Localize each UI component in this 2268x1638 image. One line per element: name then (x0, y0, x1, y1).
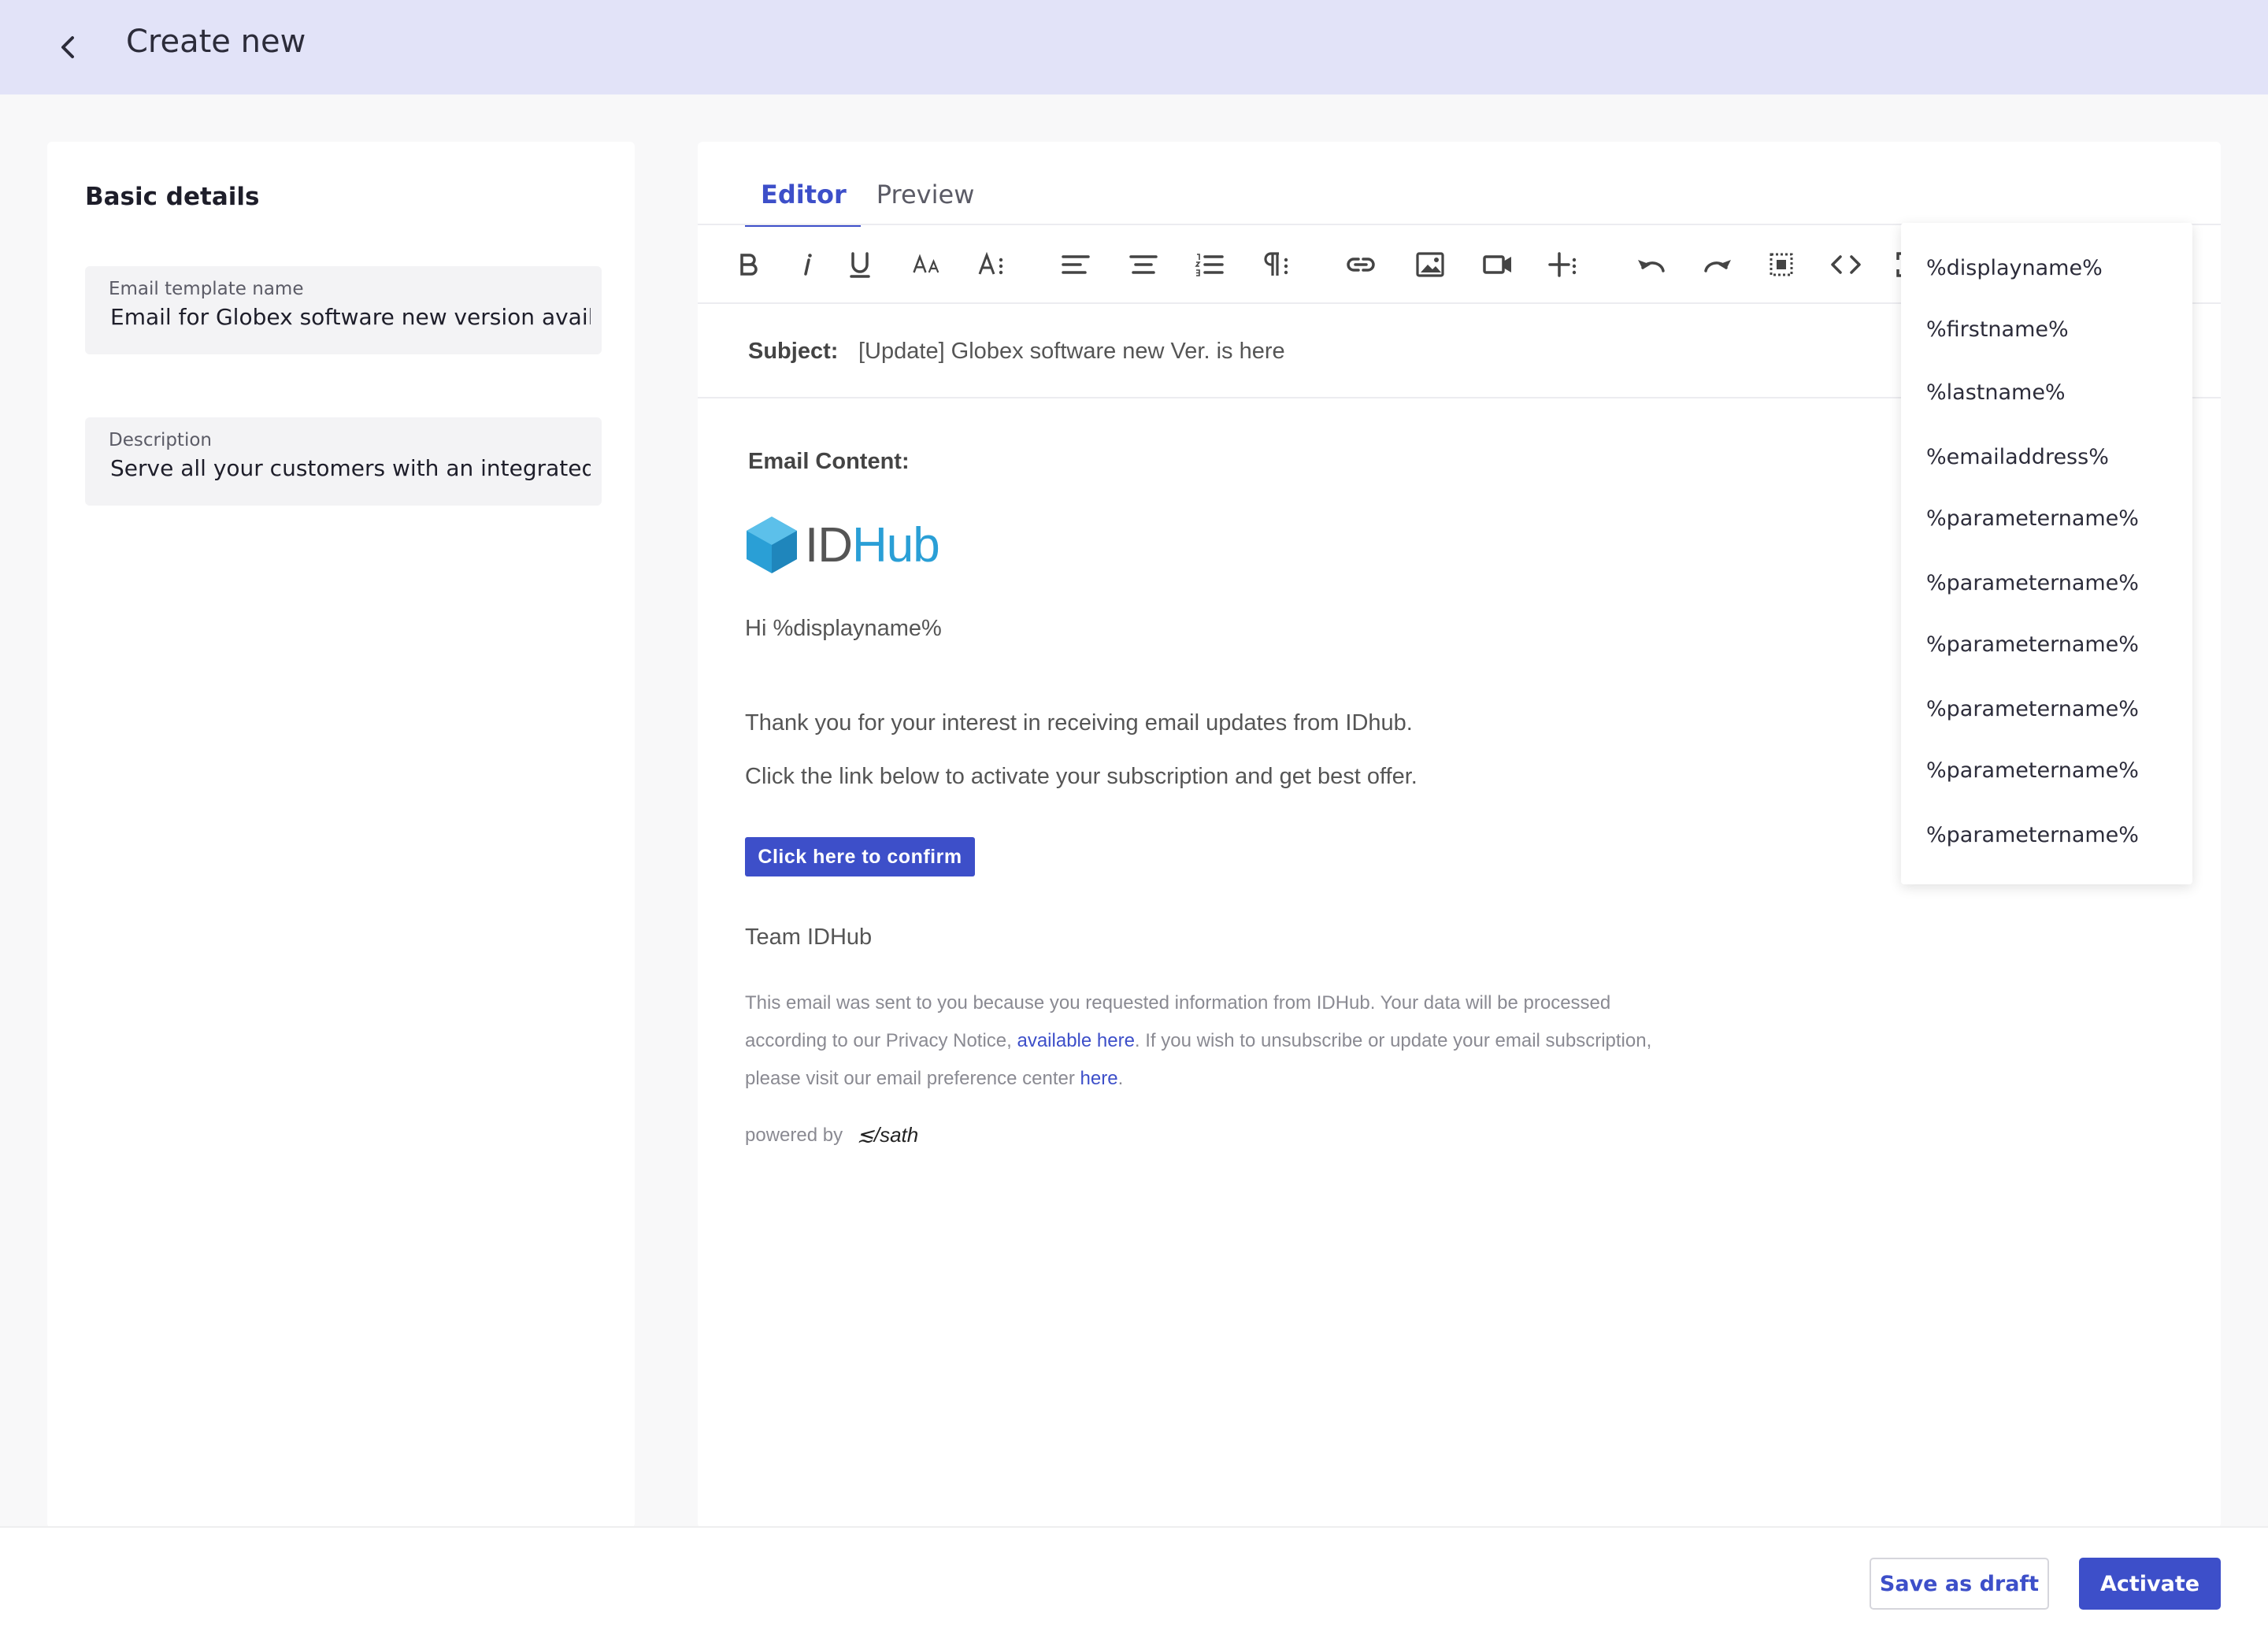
underline-icon[interactable] (839, 244, 880, 285)
video-icon[interactable] (1477, 244, 1518, 285)
placeholder-item-parametername[interactable]: %parametername% (1926, 823, 2139, 847)
bold-icon[interactable] (728, 244, 769, 285)
powered-by-label: powered by (745, 1124, 843, 1146)
placeholder-dropdown-menu: %displayname% %firstname% %lastname% %em… (1901, 223, 2192, 884)
template-name-value[interactable]: Email for Globex software new version av… (110, 304, 591, 330)
email-body-line-2: Click the link below to activate your su… (745, 764, 1418, 789)
save-as-draft-button[interactable]: Save as draft (1870, 1558, 2049, 1610)
code-view-icon[interactable] (1825, 244, 1866, 285)
bottom-action-bar: Save as draft Activate (0, 1526, 2268, 1638)
placeholder-item-firstname[interactable]: %firstname% (1926, 317, 2069, 342)
placeholder-item-parametername[interactable]: %parametername% (1926, 632, 2139, 657)
powered-by: powered by ≲/sath (745, 1123, 918, 1147)
placeholder-item-emailaddress[interactable]: %emailaddress% (1926, 445, 2109, 469)
email-content-label: Email Content: (748, 449, 910, 474)
align-left-icon[interactable] (1055, 244, 1096, 285)
email-footer-note: This email was sent to you because you r… (745, 984, 1658, 1098)
email-signoff: Team IDHub (745, 925, 873, 950)
font-size-icon[interactable] (904, 244, 951, 285)
font-style-icon[interactable] (972, 244, 1013, 285)
idhub-logo: IDHub (745, 515, 940, 575)
placeholder-item-parametername[interactable]: %parametername% (1926, 571, 2139, 595)
confirm-cta-button[interactable]: Click here to confirm (745, 837, 975, 876)
activate-button[interactable]: Activate (2079, 1558, 2221, 1610)
italic-icon[interactable] (786, 244, 827, 285)
description-field[interactable]: Description Serve all your customers wit… (85, 417, 602, 506)
idhub-hexagon-icon (747, 517, 797, 573)
template-name-label: Email template name (109, 279, 304, 299)
placeholder-item-parametername[interactable]: %parametername% (1926, 506, 2139, 531)
placeholder-item-parametername[interactable]: %parametername% (1926, 758, 2139, 783)
image-icon[interactable] (1410, 244, 1451, 285)
placeholder-item-lastname[interactable]: %lastname% (1926, 380, 2066, 405)
tab-preview[interactable]: Preview (861, 180, 989, 227)
top-header: Create new (0, 0, 2268, 94)
paragraph-format-icon[interactable] (1255, 244, 1296, 285)
ordered-list-icon[interactable] (1189, 244, 1230, 285)
placeholder-item-parametername[interactable]: %parametername% (1926, 697, 2139, 721)
editor-tabs: Editor Preview (745, 180, 988, 227)
back-button[interactable] (49, 28, 87, 66)
email-body-line-1: Thank you for your interest in receiving… (745, 710, 1413, 736)
preference-center-link[interactable]: here (1080, 1068, 1118, 1089)
basic-details-panel: Basic details Email template name Email … (47, 142, 635, 1528)
chevron-left-icon (61, 36, 74, 58)
undo-icon[interactable] (1630, 244, 1671, 285)
align-center-icon[interactable] (1123, 244, 1164, 285)
template-name-field[interactable]: Email template name Email for Globex sof… (85, 266, 602, 354)
privacy-notice-link[interactable]: available here (1017, 1030, 1134, 1051)
link-icon[interactable] (1340, 244, 1381, 285)
footer-text-3: . (1117, 1068, 1124, 1089)
tab-editor[interactable]: Editor (745, 180, 861, 227)
subject-input[interactable]: [Update] Globex software new Ver. is her… (858, 339, 1285, 365)
idhub-logo-text: IDHub (805, 517, 940, 573)
logo-hub-text: Hub (852, 517, 940, 573)
redo-icon[interactable] (1698, 244, 1739, 285)
select-all-icon[interactable] (1761, 244, 1802, 285)
page-title: Create new (126, 24, 306, 60)
email-greeting: Hi %displayname% (745, 616, 942, 641)
insert-more-icon[interactable] (1544, 244, 1584, 285)
placeholder-item-displayname[interactable]: %displayname% (1926, 256, 2103, 280)
description-label: Description (109, 430, 212, 450)
logo-id-text: ID (805, 517, 853, 573)
subject-label: Subject: (748, 339, 839, 364)
powered-by-brand-logo: ≲/sath (857, 1123, 919, 1147)
description-value[interactable]: Serve all your customers with an integra… (110, 455, 591, 481)
basic-details-title: Basic details (85, 183, 260, 211)
